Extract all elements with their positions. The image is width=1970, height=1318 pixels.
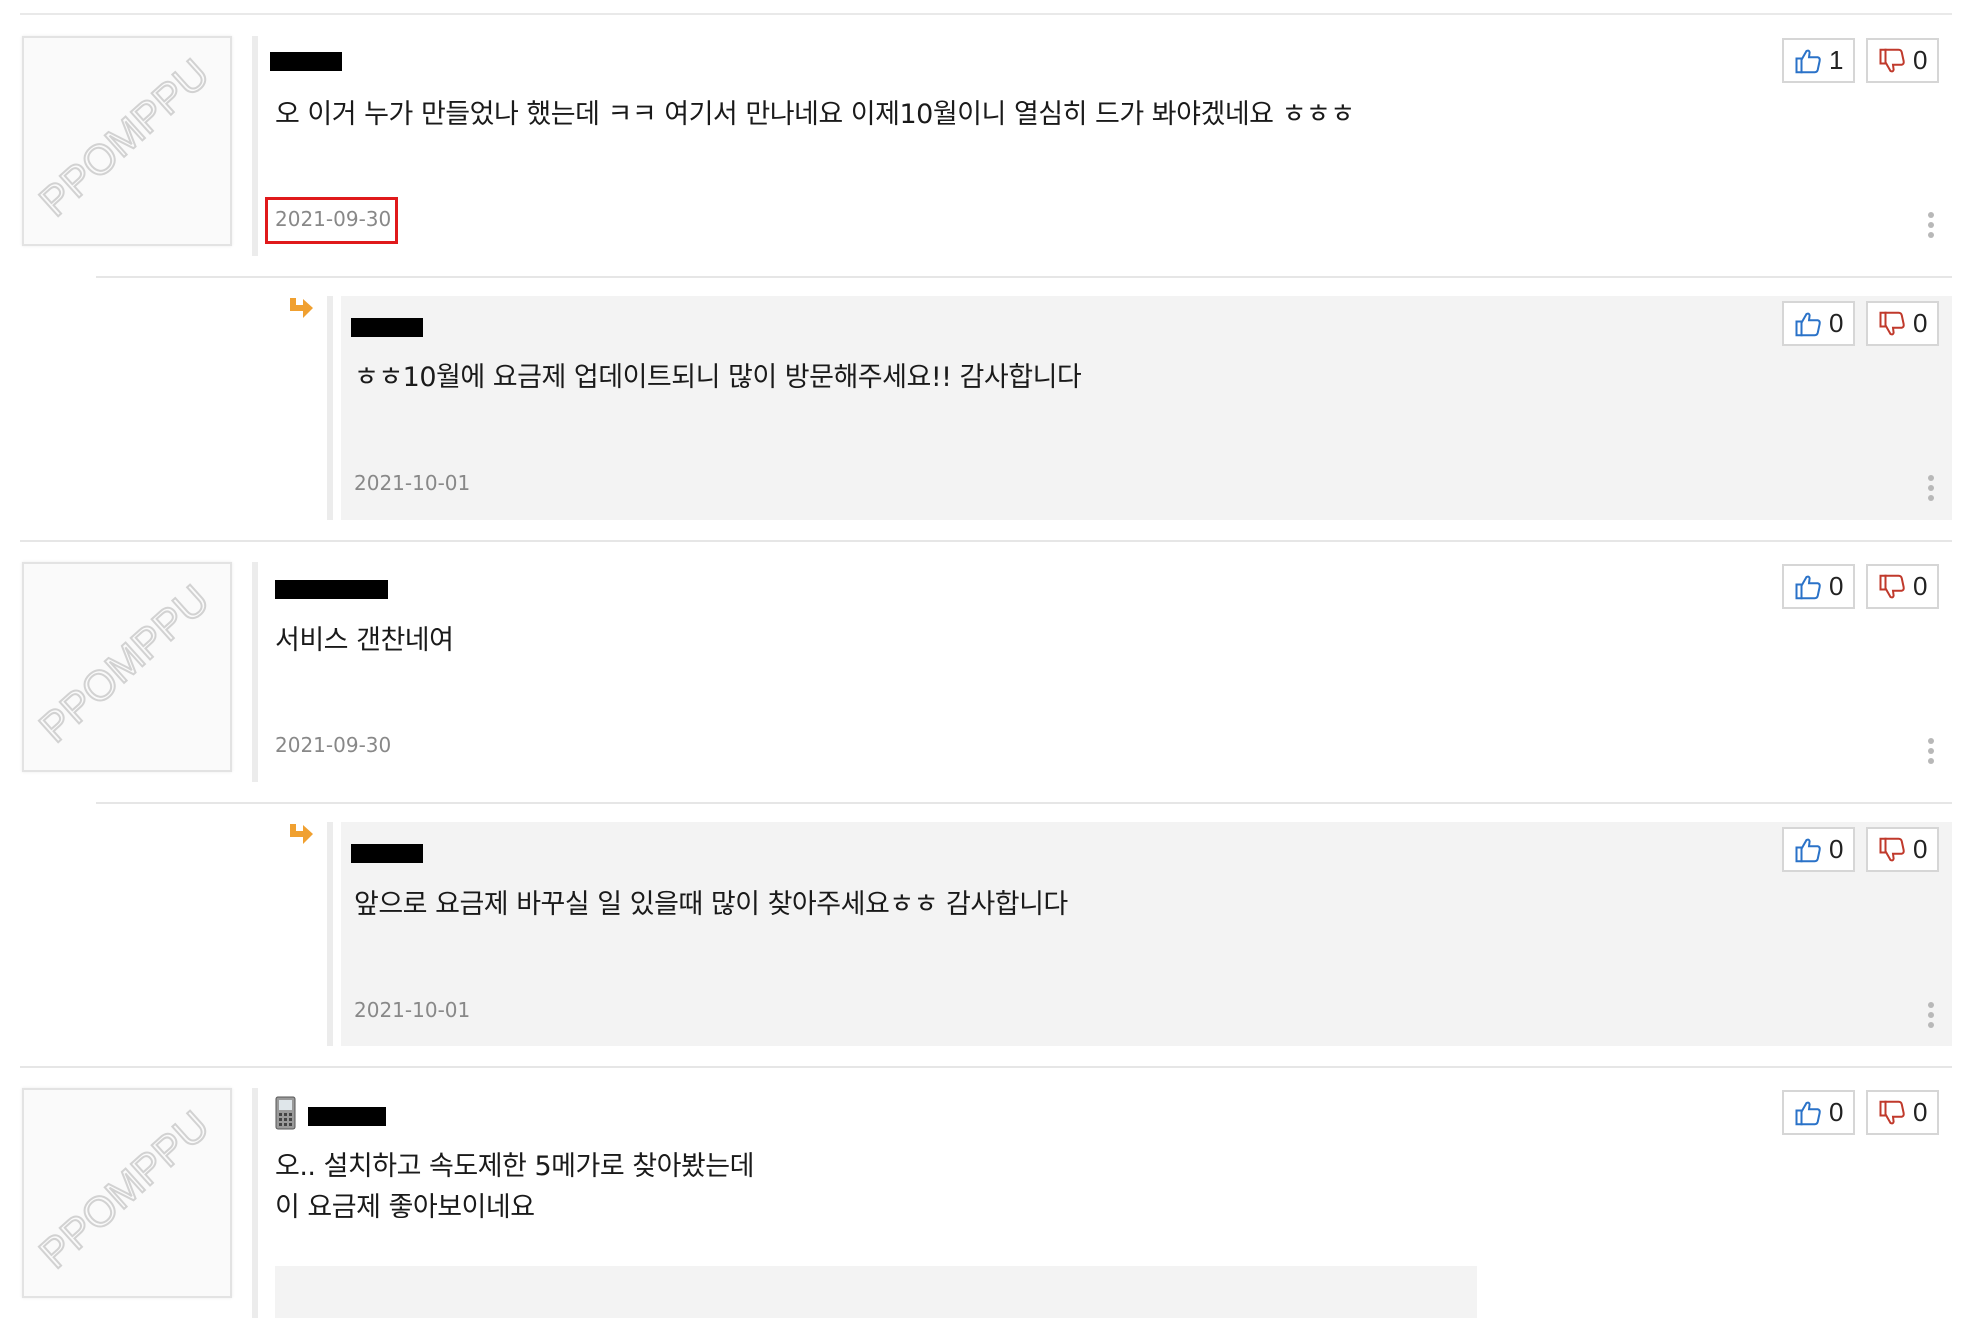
- thumbs-up-icon: [1795, 575, 1821, 599]
- svg-text:PPOMPPU: PPOMPPU: [30, 1102, 218, 1277]
- ppomppu-watermark-icon: PPOMPPU: [29, 575, 219, 752]
- link-preview-box[interactable]: [275, 1266, 1477, 1318]
- comment-divider: [20, 540, 1952, 542]
- redacted-username: [275, 580, 388, 599]
- more-options-icon[interactable]: [1928, 475, 1934, 505]
- like-count: 0: [1829, 834, 1844, 864]
- more-options-icon[interactable]: [1928, 1002, 1934, 1032]
- like-count: 1: [1829, 45, 1844, 75]
- comment-text-line-2: 이 요금제 좋아보이네요: [275, 1192, 535, 1223]
- mobile-phone-icon: [275, 1096, 296, 1130]
- comment-text: 서비스 갠찬네여: [275, 625, 454, 656]
- reply-divider: [96, 802, 1952, 804]
- thumbs-down-icon: [1879, 48, 1905, 72]
- ppomppu-watermark-icon: PPOMPPU: [29, 49, 219, 226]
- dislike-count: 0: [1913, 834, 1928, 864]
- like-button[interactable]: 0: [1782, 564, 1855, 609]
- redacted-username: [308, 1107, 386, 1126]
- dislike-count: 0: [1913, 45, 1928, 75]
- comment-side-bar: [252, 36, 258, 256]
- avatar-ppomppu[interactable]: PPOMPPU: [22, 1088, 232, 1298]
- avatar-ppomppu[interactable]: PPOMPPU: [22, 36, 232, 246]
- dislike-count: 0: [1913, 308, 1928, 338]
- reply-date: 2021-10-01: [354, 471, 471, 495]
- reply-divider: [96, 276, 1952, 278]
- dislike-button[interactable]: 0: [1866, 827, 1939, 872]
- like-button[interactable]: 0: [1782, 827, 1855, 872]
- dislike-count: 0: [1913, 571, 1928, 601]
- thumbs-down-icon: [1879, 837, 1905, 861]
- reply-background: [341, 822, 1952, 1046]
- thumbs-down-icon: [1879, 311, 1905, 335]
- avatar-ppomppu[interactable]: PPOMPPU: [22, 562, 232, 772]
- thumbs-down-icon: [1879, 574, 1905, 598]
- redacted-username: [351, 318, 423, 337]
- svg-text:PPOMPPU: PPOMPPU: [30, 576, 218, 751]
- redacted-username: [351, 844, 423, 863]
- svg-text:PPOMPPU: PPOMPPU: [30, 50, 218, 225]
- thumbs-up-icon: [1795, 49, 1821, 73]
- comment-text-line-1: 오.. 설치하고 속도제한 5메가로 찾아봤는데: [275, 1151, 754, 1182]
- dislike-button[interactable]: 0: [1866, 38, 1939, 83]
- thumbs-up-icon: [1795, 1101, 1821, 1125]
- like-count: 0: [1829, 571, 1844, 601]
- reply-side-bar: [327, 822, 333, 1046]
- comment-text: 오 이거 누가 만들었나 했는데 ㅋㅋ 여기서 만나네요 이제10월이니 열심히…: [275, 99, 1355, 130]
- dislike-button[interactable]: 0: [1866, 301, 1939, 346]
- redacted-username: [270, 52, 342, 71]
- reply-side-bar: [327, 296, 333, 520]
- like-button[interactable]: 0: [1782, 1090, 1855, 1135]
- reply-arrow-icon: [290, 298, 313, 318]
- like-count: 0: [1829, 1097, 1844, 1127]
- reply-date: 2021-10-01: [354, 998, 471, 1022]
- dislike-count: 0: [1913, 1097, 1928, 1127]
- reply-arrow-icon: [290, 824, 313, 844]
- dislike-button[interactable]: 0: [1866, 1090, 1939, 1135]
- top-divider: [20, 13, 1952, 15]
- more-options-icon[interactable]: [1928, 738, 1934, 768]
- dislike-button[interactable]: 0: [1866, 564, 1939, 609]
- more-options-icon[interactable]: [1928, 212, 1934, 242]
- comment-divider: [20, 1066, 1952, 1068]
- reply-text: 앞으로 요금제 바꾸실 일 있을때 많이 찾아주세요ㅎㅎ 감사합니다: [354, 889, 1068, 920]
- reply-background: [341, 296, 1952, 520]
- like-button[interactable]: 0: [1782, 301, 1855, 346]
- reply-text: ㅎㅎ10월에 요금제 업데이트되니 많이 방문해주세요!! 감사합니다: [354, 362, 1082, 393]
- thumbs-up-icon: [1795, 838, 1821, 862]
- comment-side-bar: [252, 1088, 258, 1318]
- thumbs-up-icon: [1795, 312, 1821, 336]
- like-count: 0: [1829, 308, 1844, 338]
- comment-side-bar: [252, 562, 258, 782]
- ppomppu-watermark-icon: PPOMPPU: [29, 1101, 219, 1278]
- comment-date: 2021-09-30: [275, 733, 392, 757]
- date-highlight-box: [265, 197, 398, 244]
- thumbs-down-icon: [1879, 1100, 1905, 1124]
- like-button[interactable]: 1: [1782, 38, 1855, 83]
